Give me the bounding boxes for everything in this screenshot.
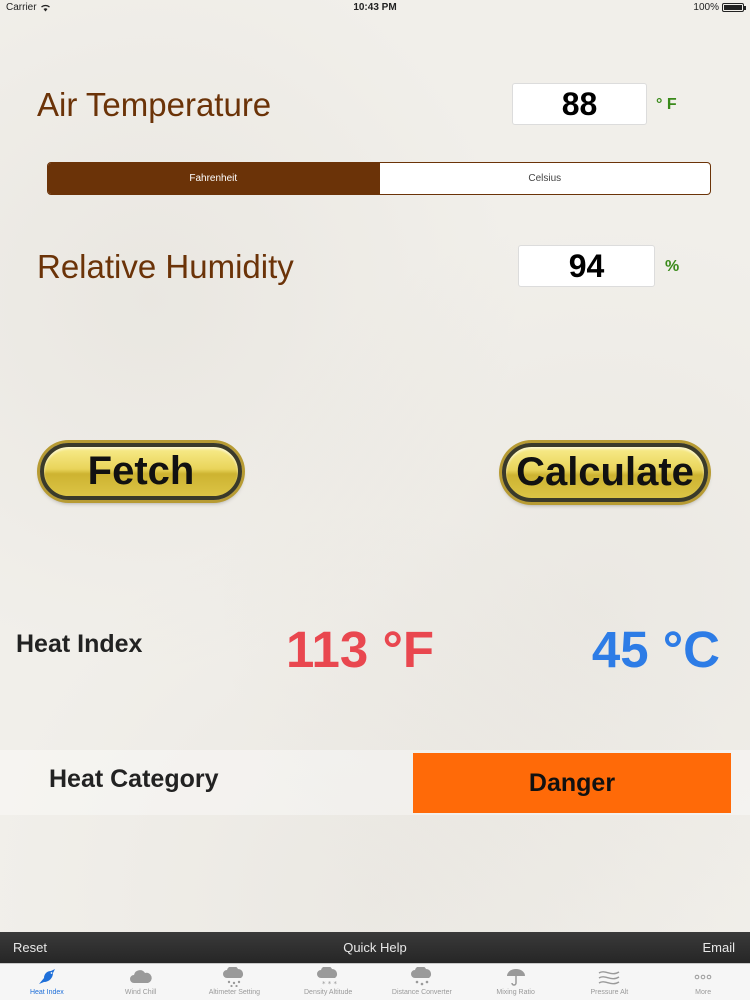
wind-icon <box>597 966 621 988</box>
tab-mixing-ratio[interactable]: Mixing Ratio <box>469 964 563 1000</box>
cloud-storm-icon <box>410 966 434 988</box>
cloud-icon <box>129 966 153 988</box>
tab-altimeter-setting[interactable]: Altimeter Setting <box>188 964 282 1000</box>
tab-label: Altimeter Setting <box>208 989 261 996</box>
segment-fahrenheit[interactable]: Fahrenheit <box>48 163 379 194</box>
cloud-rain-icon <box>222 966 246 988</box>
battery-indicator: 100% <box>693 2 746 13</box>
battery-icon <box>722 3 746 12</box>
tab-label: Wind Chill <box>124 989 157 996</box>
heat-category-value: Danger <box>413 753 731 813</box>
bird-icon <box>35 966 59 988</box>
heat-index-label: Heat Index <box>16 630 143 658</box>
tab-label: Mixing Ratio <box>496 989 535 996</box>
air-temperature-label: Air Temperature <box>37 86 272 123</box>
cloud-snow-icon: * * * <box>316 966 340 988</box>
svg-text:* * *: * * * <box>322 980 337 987</box>
relative-humidity-label: Relative Humidity <box>37 248 294 285</box>
tab-label: Density Altitude <box>304 989 353 996</box>
tab-distance-converter[interactable]: Distance Converter <box>375 964 469 1000</box>
relative-humidity-unit: % <box>665 258 680 275</box>
tab-heat-index[interactable]: Heat Index <box>0 964 94 1000</box>
air-temperature-input[interactable] <box>512 83 647 125</box>
quick-help-title-wrap: Quick Help <box>0 940 750 955</box>
bottom-toolbar: Reset Quick Help Email <box>0 932 750 963</box>
relative-humidity-input[interactable] <box>518 245 655 287</box>
tab-wind-chill[interactable]: Wind Chill <box>94 964 188 1000</box>
tab-label: Heat Index <box>29 989 64 996</box>
tab-label: More <box>695 989 712 996</box>
reset-button[interactable]: Reset <box>13 940 47 955</box>
heat-category-label: Heat Category <box>49 765 219 793</box>
tab-density-altitude[interactable]: * * * Density Altitude <box>281 964 375 1000</box>
status-bar: Carrier 10:43 PM 100% <box>0 0 750 16</box>
quick-help-button[interactable]: Quick Help <box>343 940 407 955</box>
heat-index-celsius: 45 °C <box>591 621 720 678</box>
status-time: 10:43 PM <box>353 2 397 13</box>
tab-bar: Heat Index Wind Chill Altimeter Setting … <box>0 963 750 1000</box>
tab-label: Distance Converter <box>391 989 452 996</box>
calculate-button[interactable]: Calculate <box>502 443 708 502</box>
unit-segmented-control: Fahrenheit Celsius <box>47 162 711 195</box>
tab-pressure-alt[interactable]: Pressure Alt <box>563 964 657 1000</box>
battery-percent: 100% <box>693 2 719 13</box>
heat-index-fahrenheit: 113 °F <box>286 621 434 678</box>
fetch-button[interactable]: Fetch <box>40 443 242 500</box>
email-button[interactable]: Email <box>702 940 735 955</box>
tab-more[interactable]: More <box>656 964 750 1000</box>
umbrella-icon <box>504 966 528 988</box>
air-temperature-unit: ° F <box>656 96 677 113</box>
segment-celsius[interactable]: Celsius <box>378 163 711 194</box>
more-icon <box>691 966 715 988</box>
tab-label: Pressure Alt <box>590 989 629 996</box>
